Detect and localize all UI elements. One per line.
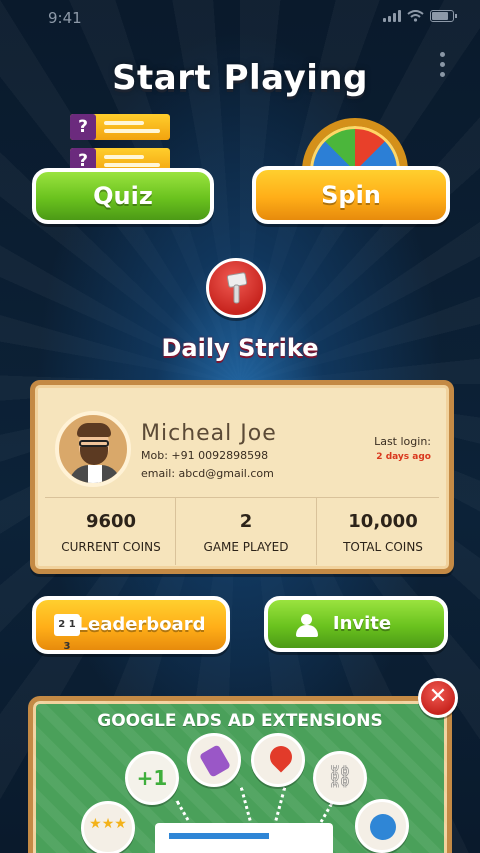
plus-one-icon: +1 xyxy=(125,751,179,805)
stat-value: 9600 xyxy=(85,511,137,532)
stat-total-coins: 10,000 TOTAL COINS xyxy=(317,497,449,565)
stat-label: TOTAL COINS xyxy=(343,540,423,554)
quiz-illustration-icon: ? ? xyxy=(70,112,170,174)
profile-email: email: abcd@gmail.com xyxy=(141,467,274,480)
battery-icon xyxy=(430,10,457,22)
quiz-button[interactable]: Quiz xyxy=(32,168,214,224)
status-bar: 9:41 xyxy=(0,0,480,36)
invite-label: Invite xyxy=(332,613,392,634)
profile-name: Micheal Joe xyxy=(141,421,277,446)
signal-icon xyxy=(383,10,401,22)
ad-screen-illustration xyxy=(155,823,333,853)
stat-game-played: 2 GAME PLAYED xyxy=(175,497,317,565)
rating-stars-icon: ★★★ xyxy=(81,801,135,853)
leaderboard-button[interactable]: 2 1 3 Leaderboard xyxy=(32,596,230,654)
daily-strike-button[interactable] xyxy=(206,258,266,318)
ad-title: GOOGLE ADS AD EXTENSIONS xyxy=(97,711,383,731)
user-add-icon xyxy=(294,614,320,637)
ad-banner[interactable]: GOOGLE ADS AD EXTENSIONS +1 ⛓ ★★★ xyxy=(28,696,452,853)
profile-card: Micheal Joe Mob: +91 0092898598 email: a… xyxy=(30,380,454,574)
stat-label: GAME PLAYED xyxy=(203,540,289,554)
stat-value: 2 xyxy=(239,511,253,532)
stat-current-coins: 9600 CURRENT COINS xyxy=(43,497,179,565)
last-login-value: 2 days ago xyxy=(376,452,431,462)
status-icons xyxy=(383,10,457,22)
last-login-label: Last login: xyxy=(374,435,431,448)
link-icon: ⛓ xyxy=(313,751,367,805)
leaderboard-label: Leaderboard xyxy=(76,614,206,635)
invite-button[interactable]: Invite xyxy=(264,596,448,652)
location-pin-icon xyxy=(251,733,305,787)
hammer-icon xyxy=(226,272,248,304)
close-ad-button[interactable]: ✕ xyxy=(418,678,458,718)
profile-mobile: Mob: +91 0092898598 xyxy=(141,449,269,462)
stat-value: 10,000 xyxy=(348,511,418,532)
podium-icon: 2 1 3 xyxy=(54,614,80,652)
page-title: Start Playing xyxy=(112,58,368,98)
spin-button[interactable]: Spin xyxy=(252,166,450,224)
stat-label: CURRENT COINS xyxy=(61,540,161,554)
avatar xyxy=(55,411,131,487)
price-tag-icon xyxy=(187,733,241,787)
daily-strike-label: Daily Strike xyxy=(161,334,319,362)
phone-icon xyxy=(355,799,409,853)
wifi-icon xyxy=(407,10,424,22)
status-time: 9:41 xyxy=(48,9,82,27)
